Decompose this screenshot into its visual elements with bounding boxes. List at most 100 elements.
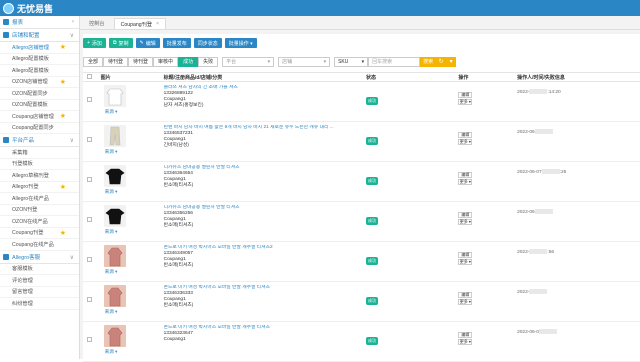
sidebar-item[interactable]: Allegro店铺管理 ★ [0, 42, 79, 54]
toolbar-button[interactable]: ✎ 编辑 [135, 38, 160, 48]
sidebar-item[interactable]: Coupang刊登 ★ [0, 228, 79, 239]
search-input[interactable]: 回车搜索 [368, 56, 421, 67]
product-thumbnail[interactable] [103, 165, 126, 187]
source-dropdown[interactable]: 来源 ▾ [105, 229, 161, 235]
more-button[interactable]: 更多 ▾ [458, 179, 473, 185]
source-dropdown[interactable]: 来源 ▾ [105, 189, 161, 195]
edit-button[interactable]: 编辑 [458, 252, 473, 258]
row-checkbox[interactable] [87, 297, 92, 302]
row-checkbox[interactable] [87, 137, 92, 142]
row-checkbox[interactable] [87, 337, 92, 342]
sidebar-item[interactable]: 刊登模板 [0, 159, 79, 170]
sidebar-item[interactable]: OZON刊登 [0, 205, 79, 216]
action-cell: 编辑 更多 ▾ [455, 81, 515, 122]
toolbar-button[interactable]: + 添加 [83, 38, 106, 48]
search-button[interactable]: 搜索 [420, 56, 437, 67]
more-button[interactable]: 更多 ▾ [458, 139, 473, 145]
row-checkbox[interactable] [87, 257, 92, 262]
source-dropdown[interactable]: 来源 ▾ [105, 309, 161, 315]
status-filter-tab[interactable]: 审核中 [153, 56, 179, 67]
status-filter-tab[interactable]: 失败 [198, 56, 219, 67]
star-icon[interactable]: ★ [60, 79, 66, 86]
field-select[interactable]: SKU ▾ [334, 56, 369, 67]
star-icon[interactable]: ★ [60, 230, 66, 237]
sidebar-item[interactable]: OZON配置模板 [0, 100, 79, 111]
source-dropdown[interactable]: 来源 ▾ [105, 149, 161, 155]
sidebar-section-header[interactable]: 报表 ‹ [0, 16, 79, 29]
toolbar-button[interactable]: 批量发布 [162, 38, 191, 48]
content-panel: + 添加 ⧉ 复制 ✎ 编辑 批量发布 同步状态 批量操作 ▾ 全部 待刊登 待刊登 审核中 成功 失败 … [83, 34, 640, 362]
product-thumbnail[interactable] [103, 325, 126, 347]
row-checkbox[interactable] [87, 217, 92, 222]
star-icon[interactable]: ★ [60, 113, 66, 120]
edit-button[interactable]: 编辑 [458, 332, 473, 338]
select-all-checkbox[interactable] [87, 73, 92, 79]
star-icon[interactable]: ★ [60, 184, 66, 191]
redacted-block [529, 249, 548, 254]
image-cell: 来源 ▾ [97, 201, 161, 242]
toolbar-button[interactable]: 批量操作 ▾ [224, 38, 257, 48]
tab[interactable]: 控制台 [83, 18, 111, 29]
sidebar-section-header[interactable]: 平台产品 ∨ [0, 134, 79, 147]
sidebar-item-label: Allegro草稿刊登 [12, 172, 49, 179]
close-icon[interactable]: × [156, 21, 159, 27]
image-cell: 来源 ▾ [97, 121, 161, 162]
source-dropdown[interactable]: 来源 ▾ [105, 269, 161, 275]
sidebar-item[interactable]: OZON在线产品 [0, 216, 79, 228]
source-dropdown[interactable]: 来源 ▾ [105, 349, 161, 355]
status-filter-tab[interactable]: 待刊登 [103, 56, 129, 67]
toolbar-button[interactable]: ⧉ 复制 [108, 38, 133, 48]
sidebar-item[interactable]: Coupang店铺管理 ★ [0, 111, 79, 123]
more-button[interactable]: 更多 ▾ [458, 219, 473, 225]
time-suffix: :56 [547, 249, 555, 255]
sidebar-section-header[interactable]: Allegro客服 ∨ [0, 251, 79, 264]
row-checkbox[interactable] [87, 177, 92, 182]
column-header: 标题/注册商品id/店铺/分类 [160, 72, 364, 82]
sidebar-item[interactable]: Allegro草稿刊登 [0, 170, 79, 182]
chevron-icon: ∨ [69, 33, 74, 39]
sidebar-item[interactable]: Allegro在线产品 [0, 193, 79, 205]
more-button[interactable]: 更多 ▾ [458, 339, 473, 345]
more-button[interactable]: 更多 ▾ [458, 299, 473, 305]
status-filter-tab[interactable]: 全部 [83, 56, 104, 67]
more-button[interactable]: 更多 ▾ [458, 259, 473, 265]
sidebar-item[interactable]: 留言管理 [0, 287, 79, 298]
more-filter-button[interactable]: ▾ [446, 56, 457, 67]
sidebar-item[interactable]: Coupang在线产品 [0, 239, 79, 251]
tab[interactable]: Coupang刊登 × [113, 18, 167, 29]
edit-button[interactable]: 编辑 [458, 172, 473, 178]
edit-button[interactable]: 编辑 [458, 212, 473, 218]
sidebar-item[interactable]: 客服模板 [0, 264, 79, 275]
sidebar-item[interactable]: OZON配置同步 [0, 88, 79, 100]
store-select[interactable]: 店铺 ▾ [278, 56, 331, 67]
edit-button[interactable]: 编辑 [458, 292, 473, 298]
time-suffix: :14:20 [547, 89, 561, 95]
star-icon[interactable]: ★ [60, 44, 66, 51]
source-dropdown[interactable]: 来源 ▾ [105, 109, 161, 115]
sidebar-item[interactable]: 纠纷管理 [0, 298, 79, 310]
status-filter-tab[interactable]: 待刊登 [128, 56, 154, 67]
sidebar-item[interactable]: Allegro配置模板 [0, 54, 79, 65]
sidebar-item[interactable]: 采集箱 [0, 147, 79, 159]
edit-button[interactable]: 编辑 [458, 132, 473, 138]
product-thumbnail[interactable] [103, 285, 126, 307]
sidebar-item[interactable]: Coupang配置同步 [0, 123, 79, 134]
status-filter-tab[interactable]: 成功 [178, 56, 199, 67]
sidebar-item[interactable]: 评论管理 [0, 275, 79, 287]
toolbar-button[interactable]: 同步状态 [193, 38, 222, 48]
refresh-button[interactable]: ↻ [436, 56, 447, 67]
row-checkbox[interactable] [87, 97, 92, 102]
platform-select[interactable]: 平台 ▾ [222, 56, 275, 67]
sidebar-item[interactable]: Allegro刊登 ★ [0, 182, 79, 193]
product-thumbnail[interactable] [103, 85, 126, 107]
sidebar-item[interactable]: Allegro配置模板 [0, 65, 79, 77]
edit-button[interactable]: 编辑 [458, 92, 473, 98]
product-thumbnail[interactable] [103, 205, 126, 227]
sidebar-item[interactable]: OZON店铺管理 ★ [0, 77, 79, 88]
more-button[interactable]: 更多 ▾ [458, 99, 473, 105]
redacted-block [529, 89, 548, 94]
app-logo[interactable]: 无忧易售 [3, 2, 53, 14]
product-thumbnail[interactable] [103, 125, 126, 147]
sidebar-section-header[interactable]: 店铺和配置 ∨ [0, 29, 79, 42]
product-thumbnail[interactable] [103, 245, 126, 267]
